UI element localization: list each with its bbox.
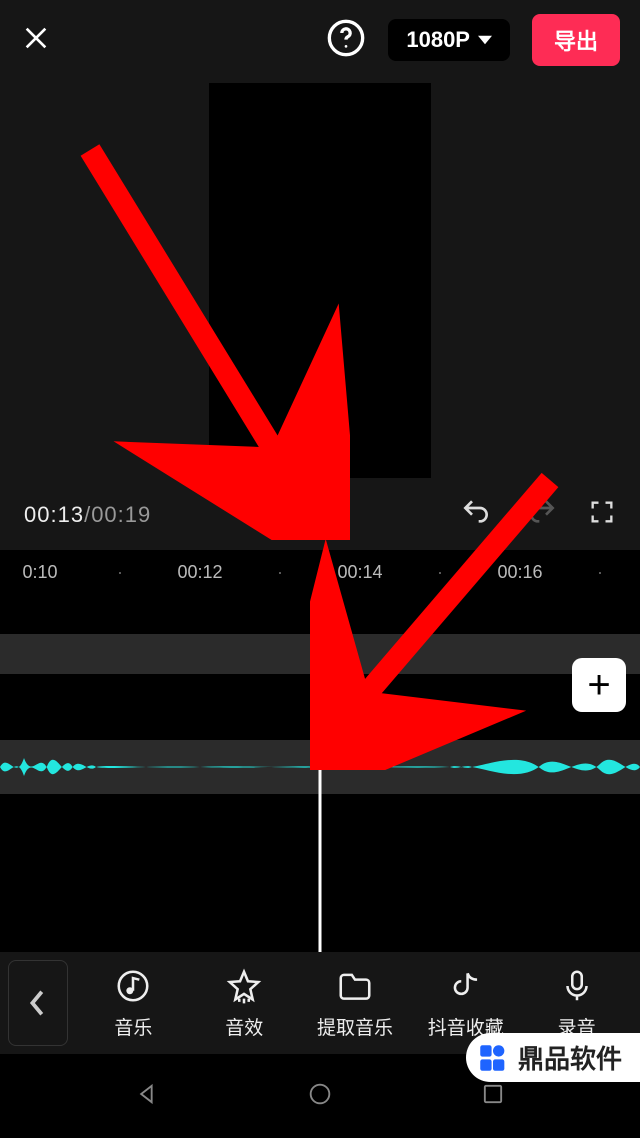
ruler-tick: 00:16 (480, 562, 560, 583)
microphone-icon (558, 967, 596, 1005)
star-icon (225, 967, 263, 1005)
nav-back[interactable] (133, 1080, 161, 1113)
ruler-dot: · (560, 562, 640, 583)
plus-icon: + (587, 663, 610, 708)
tool-record[interactable]: 录音 (521, 967, 632, 1040)
nav-recent[interactable] (479, 1080, 507, 1113)
music-icon (114, 967, 152, 1005)
tool-douyin-fav[interactable]: 抖音收藏 (410, 967, 521, 1040)
undo-button[interactable] (460, 496, 492, 534)
preview-area (0, 80, 640, 480)
chevron-down-icon (478, 33, 492, 47)
tool-music[interactable]: 音乐 (78, 967, 189, 1040)
tool-label: 音效 (225, 1013, 263, 1040)
export-button[interactable]: 导出 (532, 14, 620, 66)
play-icon (291, 497, 321, 527)
tool-extract[interactable]: 提取音乐 (300, 967, 411, 1040)
nav-home[interactable] (306, 1080, 334, 1113)
close-icon (20, 22, 52, 54)
triangle-left-icon (133, 1080, 161, 1108)
ruler-tick: 00:12 (160, 562, 240, 583)
watermark-badge: 鼎品软件 (466, 1033, 640, 1082)
transport-bar: 00:13/00:19 (0, 480, 640, 550)
timeline[interactable]: 0:10 · 00:12 · 00:14 · 00:16 · + (0, 550, 640, 960)
export-label: 导出 (554, 29, 598, 54)
undo-icon (460, 496, 492, 528)
douyin-icon (447, 967, 485, 1005)
tool-sfx[interactable]: 音效 (189, 967, 300, 1040)
add-clip-button[interactable]: + (572, 658, 626, 712)
tool-label: 提取音乐 (317, 1013, 393, 1040)
help-button[interactable] (326, 18, 366, 63)
playhead[interactable] (319, 594, 322, 960)
fullscreen-button[interactable] (588, 498, 616, 532)
preview-canvas[interactable] (209, 83, 431, 478)
folder-icon (336, 967, 374, 1005)
tool-label: 音乐 (114, 1013, 152, 1040)
redo-button[interactable] (526, 496, 558, 534)
ruler-tick: 0:10 (0, 562, 80, 583)
header-actions: 1080P 导出 (326, 14, 620, 66)
close-button[interactable] (20, 22, 52, 59)
square-icon (479, 1080, 507, 1108)
chevron-left-icon (28, 988, 48, 1018)
ruler-dot: · (80, 562, 160, 583)
resolution-selector[interactable]: 1080P (388, 19, 510, 61)
ruler-dot: · (240, 562, 320, 583)
total-time: 00:19 (91, 502, 151, 527)
watermark-logo-icon (476, 1041, 510, 1075)
ruler-dot: · (400, 562, 480, 583)
watermark-text: 鼎品软件 (518, 1039, 622, 1076)
timecode: 00:13/00:19 (24, 502, 151, 528)
help-icon (326, 18, 366, 58)
time-ruler[interactable]: 0:10 · 00:12 · 00:14 · 00:16 · (0, 550, 640, 594)
ruler-tick: 00:14 (320, 562, 400, 583)
circle-icon (306, 1080, 334, 1108)
play-button[interactable] (291, 497, 321, 533)
current-time: 00:13 (24, 502, 84, 527)
redo-icon (526, 496, 558, 528)
header-bar: 1080P 导出 (0, 0, 640, 80)
resolution-label: 1080P (406, 27, 470, 53)
fullscreen-icon (588, 498, 616, 526)
toolbar-back-button[interactable] (8, 960, 68, 1046)
undo-redo-group (460, 496, 558, 534)
